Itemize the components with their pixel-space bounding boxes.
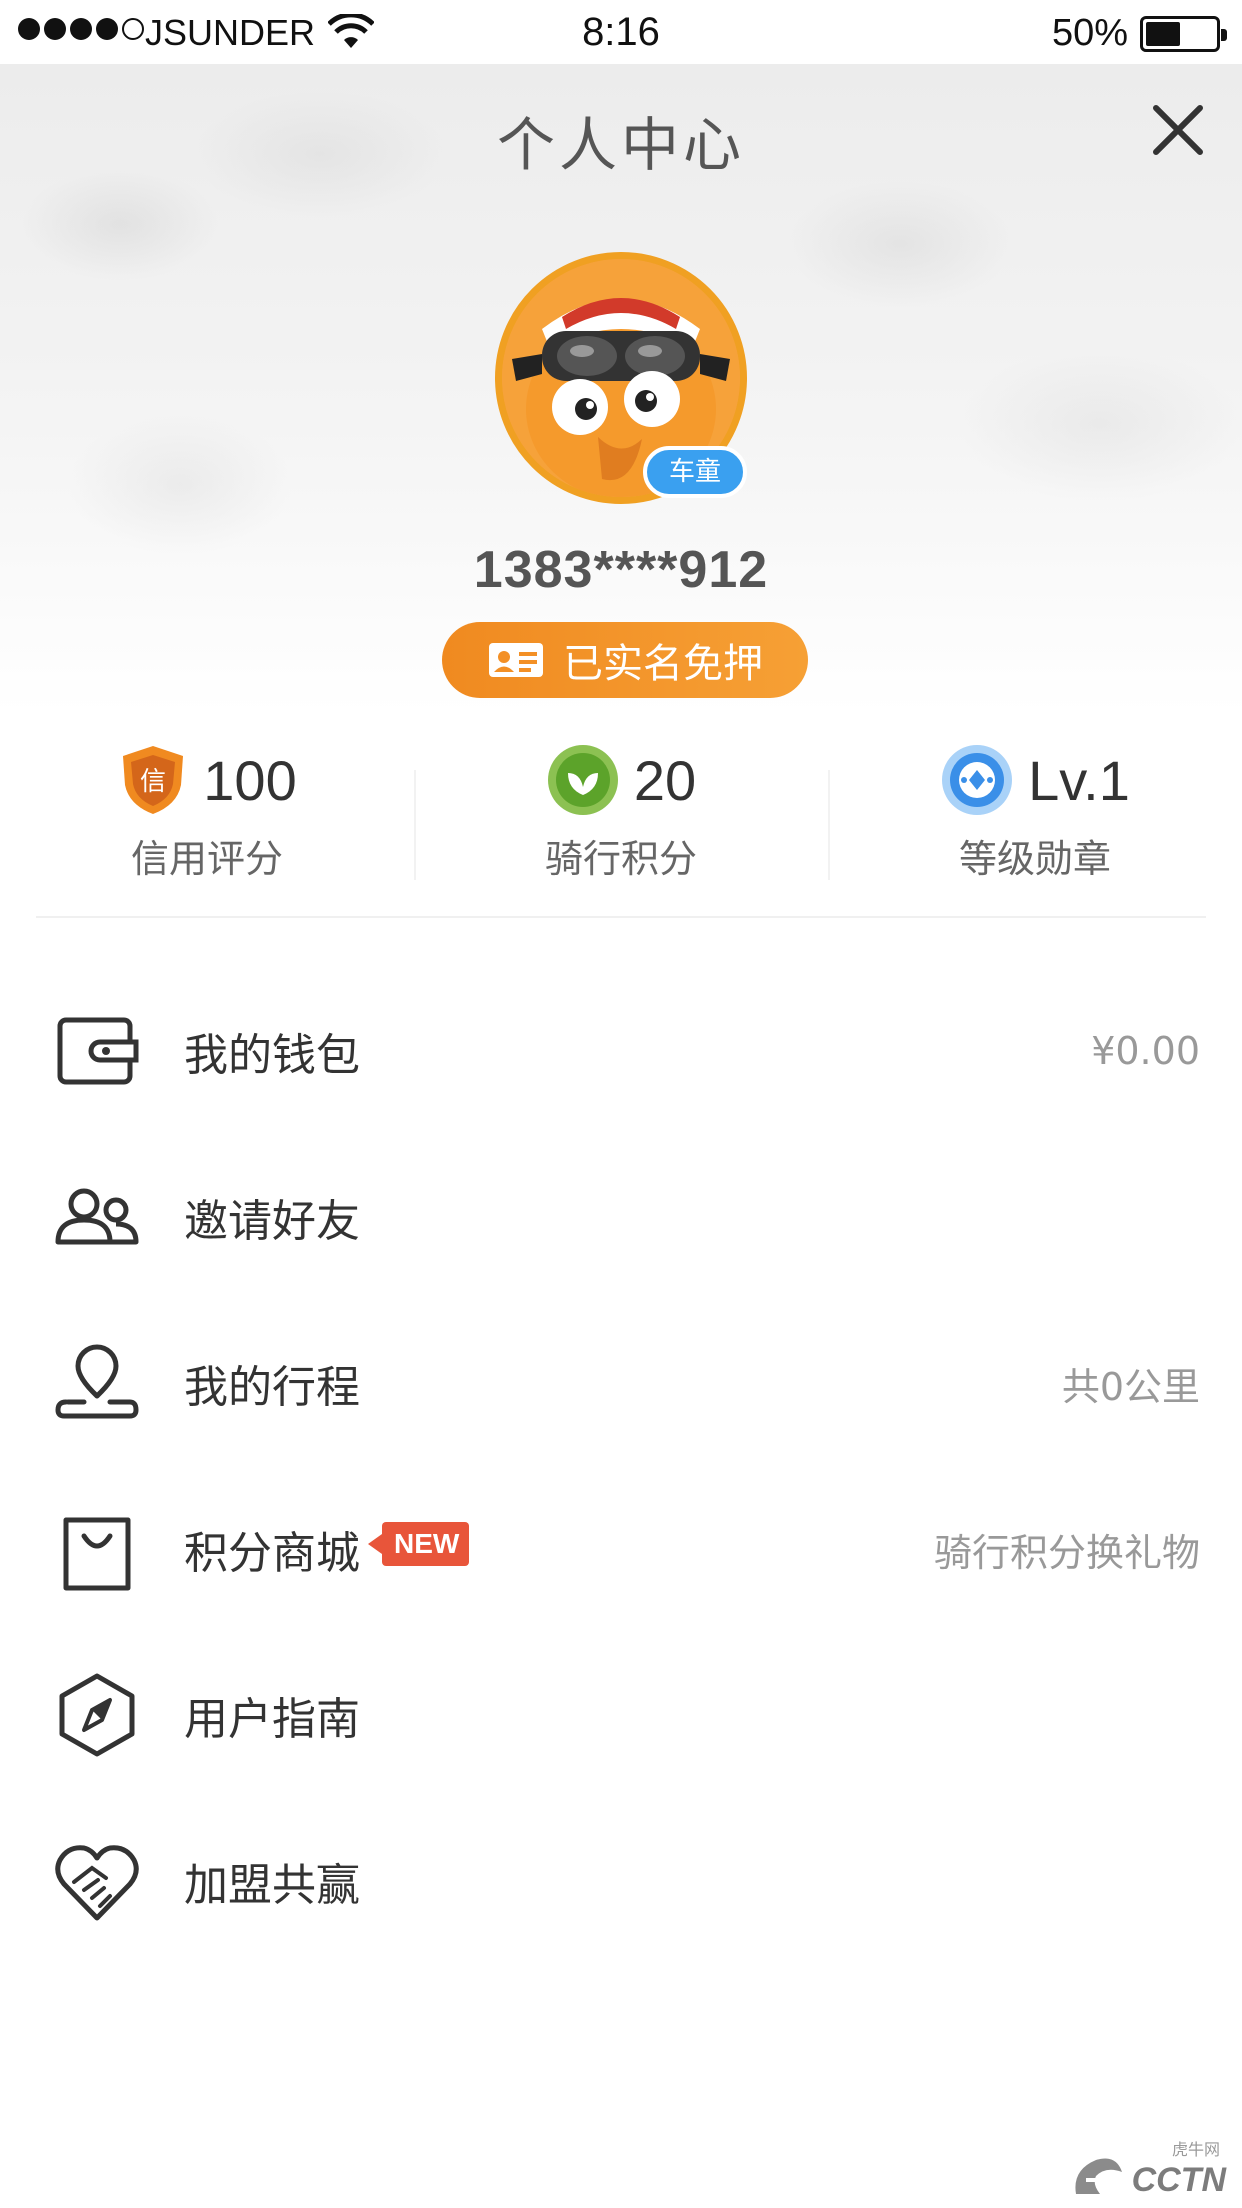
avatar-badge: 车童: [643, 446, 747, 498]
menu-label-wallet: 我的钱包: [184, 1030, 360, 1081]
id-card-icon: [489, 643, 543, 677]
riding-points-value: 20: [633, 748, 697, 812]
menu-label-trips: 我的行程: [184, 1362, 360, 1413]
location-pin-icon: [55, 1344, 139, 1419]
status-bar: JSUNDER 8:16 50%: [0, 0, 1242, 64]
credit-shield-icon: 信: [123, 746, 184, 814]
menu-item-user-guide[interactable]: 用户指南: [0, 1632, 1242, 1798]
close-icon[interactable]: [1148, 100, 1208, 160]
trip-distance: 共0公里: [1061, 1364, 1200, 1409]
verified-deposit-free-button[interactable]: 已实名免押: [442, 622, 808, 698]
watermark-small: 虎牛网: [1171, 2140, 1220, 2159]
level-value: Lv.1: [1028, 748, 1130, 812]
menu-item-trips[interactable]: 我的行程 共0公里: [0, 1300, 1242, 1466]
leaf-points-icon: [547, 745, 618, 815]
credit-score-label: 信用评分: [130, 837, 283, 881]
credit-score-value: 100: [203, 748, 297, 812]
points-mall-hint: 骑行积分换礼物: [933, 1530, 1200, 1575]
shopping-bag-icon: [63, 1517, 131, 1591]
watermark-logo-icon: [1074, 2158, 1122, 2194]
stat-riding-points[interactable]: 20 骑行积分: [414, 740, 828, 890]
avatar[interactable]: 车童: [495, 252, 747, 504]
battery-icon: [1140, 16, 1227, 52]
wallet-balance: ¥0.00: [1091, 1029, 1200, 1073]
stat-credit-score[interactable]: 信 100 信用评分: [0, 740, 414, 890]
stat-level-medal[interactable]: Lv.1 等级勋章: [828, 740, 1242, 890]
friends-icon: [55, 1188, 139, 1245]
menu-item-points-mall[interactable]: 积分商城 NEW 骑行积分换礼物: [0, 1466, 1242, 1632]
menu-item-franchise[interactable]: 加盟共赢: [0, 1798, 1242, 1964]
menu-label-franchise: 加盟共赢: [184, 1860, 360, 1911]
handshake-heart-icon: [55, 1845, 139, 1921]
user-phone: 1383****912: [473, 541, 769, 599]
compass-icon: [59, 1673, 135, 1757]
battery-percent: 50%: [1051, 12, 1128, 54]
watermark: CCTN 虎牛网: [1066, 2140, 1226, 2200]
level-medal-icon: [942, 745, 1013, 815]
verified-label: 已实名免押: [563, 641, 763, 687]
menu-list: 我的钱包 ¥0.00 邀请好友 我的行程 共0公里 积分商城 NEW 骑行积分换…: [0, 968, 1242, 1964]
riding-points-label: 骑行积分: [544, 837, 697, 881]
page-title: 个人中心: [496, 111, 745, 179]
menu-item-invite-friends[interactable]: 邀请好友: [0, 1134, 1242, 1300]
menu-label-points-mall: 积分商城: [184, 1528, 360, 1579]
menu-label-user-guide: 用户指南: [184, 1694, 360, 1745]
menu-label-invite-friends: 邀请好友: [184, 1196, 360, 1247]
divider: [36, 916, 1206, 918]
level-label: 等级勋章: [958, 837, 1111, 881]
watermark-text: CCTN: [1131, 2161, 1226, 2199]
wallet-icon: [57, 1017, 139, 1085]
new-badge: NEW: [367, 1522, 470, 1566]
stats-row: 信 100 信用评分 20 骑行积分 Lv.1 等级勋章: [0, 740, 1242, 890]
credit-shield-text: 信: [140, 767, 166, 797]
menu-item-wallet[interactable]: 我的钱包 ¥0.00: [0, 968, 1242, 1134]
